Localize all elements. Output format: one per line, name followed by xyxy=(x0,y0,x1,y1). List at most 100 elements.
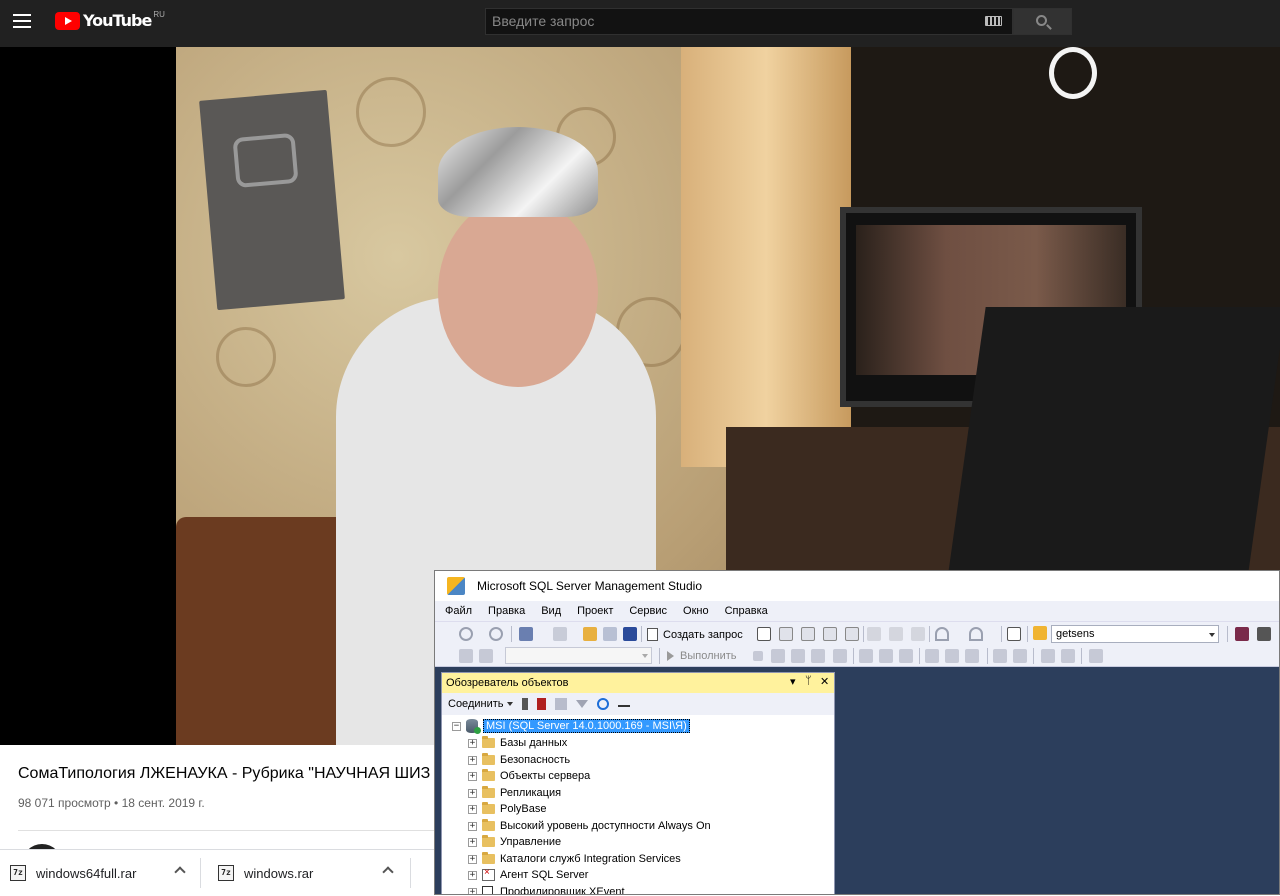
keyboard-icon[interactable] xyxy=(985,16,1002,26)
menu-help[interactable]: Справка xyxy=(725,605,768,617)
specify-values-icon[interactable] xyxy=(1089,649,1103,663)
tree-node[interactable]: + Каталоги служб Integration Services xyxy=(468,851,681,867)
paste-icon[interactable] xyxy=(911,627,925,641)
increase-indent-icon[interactable] xyxy=(1061,649,1075,663)
activity-monitor-icon[interactable] xyxy=(1007,627,1021,641)
tree-node[interactable]: + Высокий уровень доступности Always On xyxy=(468,818,711,834)
dmx-query-icon[interactable] xyxy=(801,627,815,641)
save-all-icon[interactable] xyxy=(623,627,637,641)
save-icon[interactable] xyxy=(603,627,617,641)
disconnect-icon[interactable] xyxy=(536,698,546,710)
expand-icon[interactable]: + xyxy=(468,738,477,748)
execute-button[interactable]: Выполнить xyxy=(667,648,736,664)
chevron-down-icon xyxy=(506,702,513,707)
include-plan-icon[interactable] xyxy=(859,649,873,663)
database-select[interactable]: getsens xyxy=(1051,625,1219,643)
add-item-icon[interactable] xyxy=(553,627,567,641)
live-stats-icon[interactable] xyxy=(879,649,893,663)
tree-node[interactable]: + PolyBase xyxy=(468,801,546,817)
chevron-up-icon[interactable] xyxy=(174,866,186,878)
folder-icon xyxy=(482,835,495,847)
parse-icon[interactable] xyxy=(771,649,785,663)
properties-icon[interactable] xyxy=(1235,627,1249,641)
expand-icon[interactable]: + xyxy=(468,837,477,847)
menu-project[interactable]: Проект xyxy=(577,605,613,617)
refresh-icon[interactable] xyxy=(596,698,609,710)
decrease-indent-icon[interactable] xyxy=(1041,649,1055,663)
collapse-icon[interactable]: − xyxy=(452,721,461,731)
object-explorer-toolbar: Соединить xyxy=(442,693,834,715)
query-options-icon[interactable] xyxy=(811,649,825,663)
copy-icon[interactable] xyxy=(889,627,903,641)
search-button[interactable] xyxy=(1013,8,1072,35)
forward-icon[interactable] xyxy=(489,627,503,641)
intellisense-icon[interactable] xyxy=(833,649,847,663)
tree-node[interactable]: + Базы данных xyxy=(468,735,567,751)
tree-node[interactable]: + Репликация xyxy=(468,785,561,801)
display-plan-icon[interactable] xyxy=(791,649,805,663)
window-title: Microsoft SQL Server Management Studio xyxy=(477,579,702,593)
connect-plug-icon[interactable] xyxy=(521,698,528,710)
tree-node[interactable]: + Объекты сервера xyxy=(468,768,590,784)
new-project-icon[interactable] xyxy=(519,627,533,641)
wrench-icon[interactable] xyxy=(1257,627,1271,641)
download-item[interactable]: 7z windows.rar xyxy=(218,850,313,896)
undo-icon[interactable] xyxy=(935,627,949,641)
youtube-play-icon xyxy=(55,12,80,30)
tree-node-server[interactable]: − MSI (SQL Server 14.0.1000.169 - MSI\Я) xyxy=(452,718,690,734)
youtube-header: YouTube RU Введите запрос xyxy=(0,0,1280,47)
stop-icon[interactable] xyxy=(554,698,567,710)
search-input[interactable]: Введите запрос xyxy=(485,8,1013,35)
ssms-window: Microsoft SQL Server Management Studio Ф… xyxy=(434,570,1280,895)
results-to-text-icon[interactable] xyxy=(925,649,939,663)
expand-icon[interactable]: + xyxy=(468,755,477,765)
xmla-query-icon[interactable] xyxy=(823,627,837,641)
pin-icon[interactable]: ᛘ xyxy=(805,675,812,687)
menu-tools[interactable]: Сервис xyxy=(629,605,667,617)
activity-icon[interactable] xyxy=(617,701,630,707)
client-stats-icon[interactable] xyxy=(899,649,913,663)
results-to-grid-icon[interactable] xyxy=(945,649,959,663)
menu-view[interactable]: Вид xyxy=(541,605,561,617)
menu-window[interactable]: Окно xyxy=(683,605,709,617)
cut-icon[interactable] xyxy=(867,627,881,641)
results-to-file-icon[interactable] xyxy=(965,649,979,663)
tree-node[interactable]: + Безопасность xyxy=(468,752,570,768)
back-icon[interactable] xyxy=(459,627,473,641)
expand-icon[interactable]: + xyxy=(468,804,477,814)
youtube-logo[interactable]: YouTube RU xyxy=(55,10,165,32)
database-query-icon[interactable] xyxy=(757,627,771,641)
menu-file[interactable]: Файл xyxy=(445,605,472,617)
expand-icon[interactable]: + xyxy=(468,771,477,781)
tree-node[interactable]: + Агент SQL Server xyxy=(468,867,588,883)
comment-icon[interactable] xyxy=(993,649,1007,663)
hamburger-menu-icon[interactable] xyxy=(13,14,31,28)
download-item[interactable]: 7z windows64full.rar xyxy=(10,850,136,896)
expand-icon[interactable]: + xyxy=(468,870,477,880)
connect-icon[interactable] xyxy=(459,649,473,663)
folder-icon xyxy=(482,819,495,831)
menu-edit[interactable]: Правка xyxy=(488,605,525,617)
chevron-up-icon[interactable] xyxy=(382,866,394,878)
change-connection-icon[interactable] xyxy=(479,649,493,663)
mdx-query-icon[interactable] xyxy=(779,627,793,641)
folder-icon xyxy=(482,802,495,814)
close-icon[interactable]: ✕ xyxy=(820,675,829,688)
tree-node[interactable]: + Управление xyxy=(468,834,561,850)
expand-icon[interactable]: + xyxy=(468,788,477,798)
new-query-button[interactable]: Создать запрос xyxy=(647,626,743,643)
divider xyxy=(919,648,920,664)
redo-icon[interactable] xyxy=(969,627,983,641)
tree-node[interactable]: + Профилировщик XEvent xyxy=(468,884,625,894)
expand-icon[interactable]: + xyxy=(468,854,477,864)
expand-icon[interactable]: + xyxy=(468,887,477,894)
available-databases-select[interactable] xyxy=(505,647,652,664)
open-folder-icon[interactable] xyxy=(583,627,597,641)
uncomment-icon[interactable] xyxy=(1013,649,1027,663)
dax-query-icon[interactable] xyxy=(845,627,859,641)
connect-button[interactable]: Соединить xyxy=(448,698,513,710)
stop-icon[interactable] xyxy=(753,651,763,661)
filter-icon[interactable] xyxy=(575,700,588,708)
expand-icon[interactable]: + xyxy=(468,821,477,831)
panel-menu-icon[interactable]: ▾ xyxy=(790,675,796,688)
